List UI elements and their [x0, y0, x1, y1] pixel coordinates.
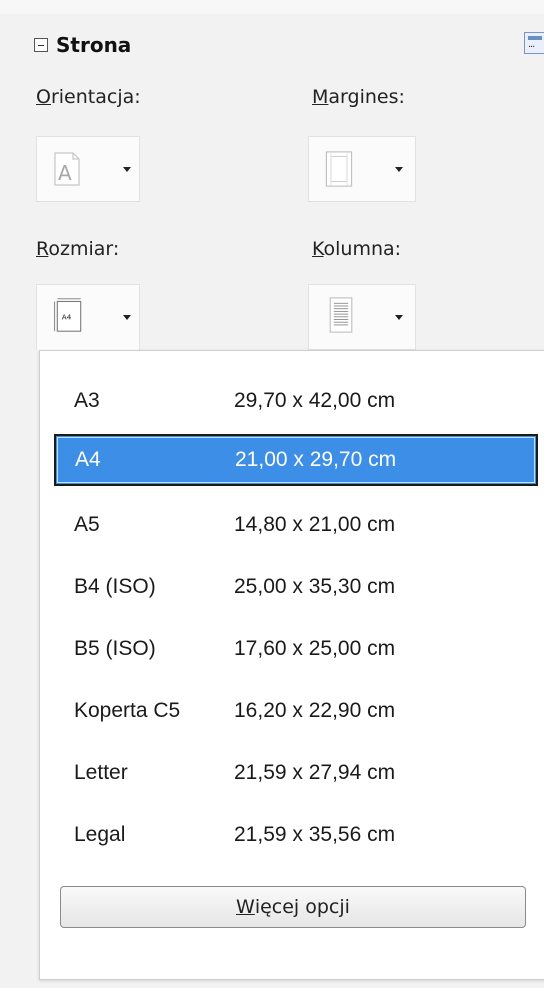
- section-header[interactable]: Strona: [34, 30, 131, 60]
- orientation-label: Orientacja:: [36, 86, 141, 108]
- columns-label: Kolumna:: [312, 238, 402, 260]
- chevron-down-icon[interactable]: [395, 315, 403, 320]
- chevron-down-icon[interactable]: [123, 315, 131, 320]
- columns-button[interactable]: [308, 284, 416, 350]
- margins-button[interactable]: [308, 136, 416, 202]
- margins-label: Margines:: [312, 86, 405, 108]
- size-item-a3[interactable]: A3 29,70 x 42,00 cm: [54, 379, 538, 423]
- svg-text:A: A: [58, 161, 72, 185]
- size-item-legal[interactable]: Legal 21,59 x 35,56 cm: [54, 813, 538, 857]
- page-properties-panel: Strona Orientacja: A Margines: Rozmiar:: [0, 0, 544, 988]
- page-orientation-portrait-icon: A: [54, 152, 80, 186]
- size-item-koperta-c5[interactable]: Koperta C5 16,20 x 22,90 cm: [54, 689, 538, 733]
- size-button[interactable]: A4: [36, 284, 140, 350]
- collapse-icon[interactable]: [34, 38, 48, 52]
- chevron-down-icon[interactable]: [123, 167, 131, 172]
- size-item-a4[interactable]: A4 21,00 x 29,70 cm: [54, 434, 538, 486]
- page-size-dropdown: A3 29,70 x 42,00 cm A4 21,00 x 29,70 cm …: [39, 350, 544, 980]
- chevron-down-icon[interactable]: [395, 167, 403, 172]
- section-title: Strona: [56, 33, 132, 57]
- size-item-a5[interactable]: A5 14,80 x 21,00 cm: [54, 503, 538, 547]
- size-item-b5-iso[interactable]: B5 (ISO) 17,60 x 25,00 cm: [54, 627, 538, 671]
- svg-text:A4: A4: [62, 313, 72, 322]
- size-item-letter[interactable]: Letter 21,59 x 27,94 cm: [54, 751, 538, 795]
- orientation-button[interactable]: A: [36, 136, 140, 202]
- size-item-b4-iso[interactable]: B4 (ISO) 25,00 x 35,30 cm: [54, 565, 538, 609]
- size-label: Rozmiar:: [36, 238, 120, 260]
- top-strip: [0, 0, 544, 14]
- page-margins-icon: [325, 151, 353, 187]
- more-options-button[interactable]: Więcej opcji: [60, 886, 526, 928]
- page-columns-icon: [329, 297, 353, 333]
- more-options-icon[interactable]: [524, 32, 544, 54]
- page-size-a4-icon: A4: [54, 298, 82, 332]
